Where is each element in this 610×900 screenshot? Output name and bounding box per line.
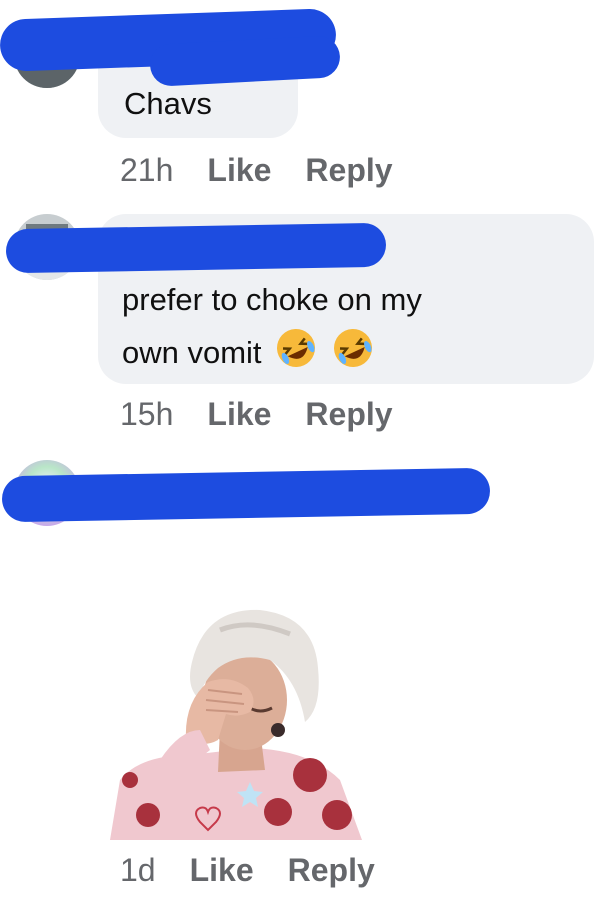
rolling-on-floor-laughing-emoji	[274, 326, 318, 384]
reply-button[interactable]: Reply	[305, 396, 392, 432]
comment-1-actions: 21h Like Reply	[120, 152, 427, 189]
like-button[interactable]: Like	[190, 852, 254, 888]
like-button[interactable]: Like	[207, 396, 271, 432]
comment-3-actions: 1d Like Reply	[120, 852, 409, 889]
comment-time[interactable]: 21h	[120, 152, 173, 188]
comment-time[interactable]: 1d	[120, 852, 156, 888]
redacted-name	[1, 467, 491, 523]
redacted-name	[5, 222, 387, 274]
comment-time[interactable]: 15h	[120, 396, 173, 432]
facepalm-sticker	[100, 590, 370, 840]
comment-1-text: Chavs	[124, 86, 212, 121]
comment-2-text: own vomit	[122, 335, 262, 371]
redacted-name	[149, 35, 341, 87]
reply-button[interactable]: Reply	[305, 152, 392, 188]
rolling-on-floor-laughing-emoji	[331, 326, 375, 384]
reply-button[interactable]: Reply	[288, 852, 375, 888]
comment-2-text-line-2: own vomit	[122, 326, 375, 384]
comment-2-text-line-1: prefer to choke on my	[122, 282, 422, 317]
like-button[interactable]: Like	[207, 152, 271, 188]
comment-2-actions: 15h Like Reply	[120, 396, 427, 433]
